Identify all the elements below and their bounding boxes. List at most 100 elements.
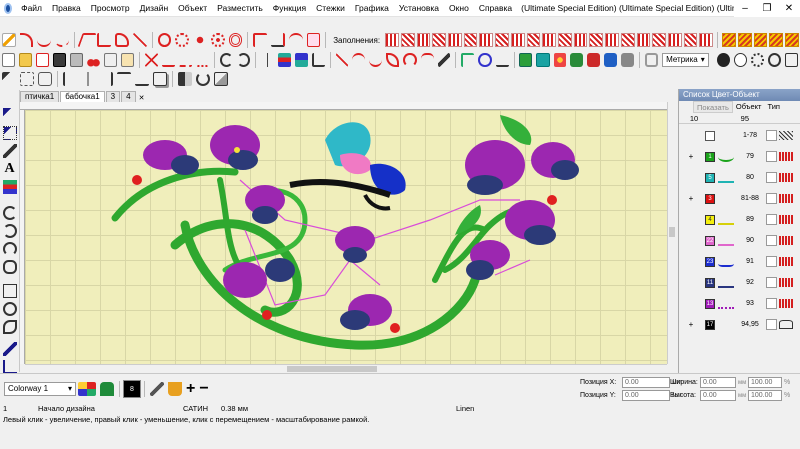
colorway-select[interactable]: Colorway 1 ▾ — [4, 382, 76, 396]
rotate-icon[interactable] — [196, 72, 210, 86]
split-arrow-icon[interactable] — [461, 53, 475, 67]
fill-curved-icon[interactable] — [652, 33, 667, 47]
horizontal-scrollbar[interactable] — [25, 364, 667, 372]
fill-cross-icon[interactable] — [479, 33, 494, 47]
align-right-icon[interactable] — [99, 72, 113, 86]
scale-icon[interactable] — [214, 72, 228, 86]
fill-photo-icon[interactable] — [683, 33, 698, 47]
text-tool-icon[interactable]: A — [3, 162, 17, 176]
height-pct-field[interactable]: 100.00 — [748, 390, 782, 401]
pen-tool-icon[interactable] — [2, 342, 17, 356]
show-button[interactable]: Показать — [693, 101, 733, 113]
align-center-icon[interactable] — [81, 72, 95, 86]
list-item[interactable]: 1-78 — [679, 128, 797, 143]
pen-tool-icon[interactable] — [437, 53, 451, 67]
app-icon[interactable] — [4, 2, 13, 14]
list-item[interactable]: 11 92 — [679, 275, 797, 290]
star-icon[interactable] — [193, 33, 207, 47]
fill-shadow-icon[interactable] — [699, 33, 714, 47]
cut-icon[interactable] — [87, 53, 101, 67]
tab-close-icon[interactable]: ✕ — [139, 94, 145, 102]
triangle-icon[interactable] — [97, 33, 112, 47]
polyline-icon[interactable] — [77, 33, 97, 47]
node-edit-icon[interactable] — [157, 33, 172, 47]
scroll-thumb[interactable] — [669, 227, 675, 237]
menu-design[interactable]: Дизайн — [135, 3, 174, 13]
arc-icon[interactable] — [288, 33, 303, 47]
open-folder-icon[interactable] — [19, 53, 33, 67]
menu-arrange[interactable]: Разместить — [212, 3, 268, 13]
spiral-icon[interactable] — [2, 206, 17, 220]
group-icon[interactable] — [153, 72, 167, 86]
pencil-icon[interactable] — [2, 33, 16, 47]
menu-function[interactable]: Функция — [268, 3, 311, 13]
fill-satin-icon[interactable] — [385, 33, 399, 47]
sort-colors-icon[interactable] — [277, 53, 291, 67]
target-icon[interactable] — [228, 33, 243, 47]
wave-tool-icon[interactable] — [420, 53, 434, 67]
flower-icon[interactable] — [210, 33, 225, 47]
transform-icon[interactable] — [20, 72, 34, 86]
pos-y-field[interactable]: 0.00 — [622, 390, 670, 401]
monogram-tool-icon[interactable] — [2, 180, 17, 194]
align-bottom-icon[interactable] — [135, 72, 149, 86]
fill-radial-icon[interactable] — [495, 33, 509, 47]
fill-ripple-icon[interactable] — [737, 33, 752, 47]
spiral-tool-icon[interactable] — [403, 53, 417, 67]
run-stitch-icon[interactable] — [55, 33, 69, 47]
redo-icon[interactable] — [236, 53, 251, 67]
help-icon[interactable] — [733, 53, 747, 67]
hand-tool-icon[interactable] — [2, 260, 17, 274]
list-item[interactable]: 4 89 — [679, 212, 797, 227]
remove-color-icon[interactable]: − — [199, 381, 208, 397]
chart-icon[interactable] — [311, 53, 325, 67]
list-item[interactable]: 5 80 — [679, 170, 797, 185]
color-teal-icon[interactable] — [536, 53, 550, 67]
expand-toggle[interactable]: + — [687, 320, 695, 329]
save-icon[interactable] — [53, 53, 67, 67]
sequence-icon[interactable] — [294, 53, 308, 67]
shirt-blue-icon[interactable] — [604, 53, 618, 67]
list-item[interactable]: 23 91 — [679, 254, 797, 269]
knife-tool-icon[interactable] — [2, 144, 17, 158]
mirror-icon[interactable] — [178, 72, 192, 86]
freehand-tool-icon[interactable] — [369, 53, 383, 67]
list-item[interactable]: + 1 79 — [679, 149, 797, 164]
shape-icon[interactable] — [115, 33, 129, 47]
tab-babochka[interactable]: бабочка1 — [60, 91, 105, 102]
tab-3[interactable]: 3 — [105, 91, 121, 102]
circle-icon[interactable] — [175, 33, 190, 47]
fill-art-icon[interactable] — [769, 33, 784, 47]
width-field[interactable]: 0.00 — [700, 377, 736, 388]
select-arrow-icon[interactable] — [2, 72, 16, 86]
add-color-icon[interactable]: + — [186, 381, 195, 397]
line-icon[interactable] — [132, 33, 147, 47]
leaf-tool-icon[interactable] — [386, 53, 400, 67]
new-file-icon[interactable] — [2, 53, 16, 67]
fill-wave-icon[interactable] — [463, 33, 478, 47]
stitch-edit-2-icon[interactable] — [178, 53, 192, 67]
scroll-thumb[interactable] — [287, 366, 377, 372]
units-select[interactable]: Метрика ▾ — [662, 53, 709, 67]
menu-object[interactable]: Объект — [173, 3, 212, 13]
settings-icon[interactable] — [750, 53, 764, 67]
expand-toggle[interactable]: + — [687, 194, 695, 203]
anchor-icon[interactable] — [495, 53, 509, 67]
fill-spiral-icon[interactable] — [526, 33, 541, 47]
fill-sculpture-icon[interactable] — [573, 33, 588, 47]
fill-border-icon[interactable] — [785, 33, 799, 47]
menu-edit[interactable]: Правка — [47, 3, 86, 13]
info-icon[interactable] — [716, 53, 730, 67]
shirt-icon[interactable] — [570, 53, 584, 67]
open-red-icon[interactable] — [36, 53, 50, 67]
measure-icon[interactable] — [271, 33, 285, 47]
thread-color-icon[interactable] — [100, 382, 114, 396]
pos-x-field[interactable]: 0.00 — [622, 377, 670, 388]
menu-view[interactable]: Просмотр — [86, 3, 135, 13]
fill-fancy-icon[interactable] — [447, 33, 462, 47]
shirt-red-icon[interactable] — [587, 53, 601, 67]
color-green-icon[interactable] — [519, 53, 533, 67]
fill-contour-icon[interactable] — [510, 33, 525, 47]
list-item[interactable]: 22 90 — [679, 233, 797, 248]
shirt-gray-icon[interactable] — [621, 53, 634, 67]
